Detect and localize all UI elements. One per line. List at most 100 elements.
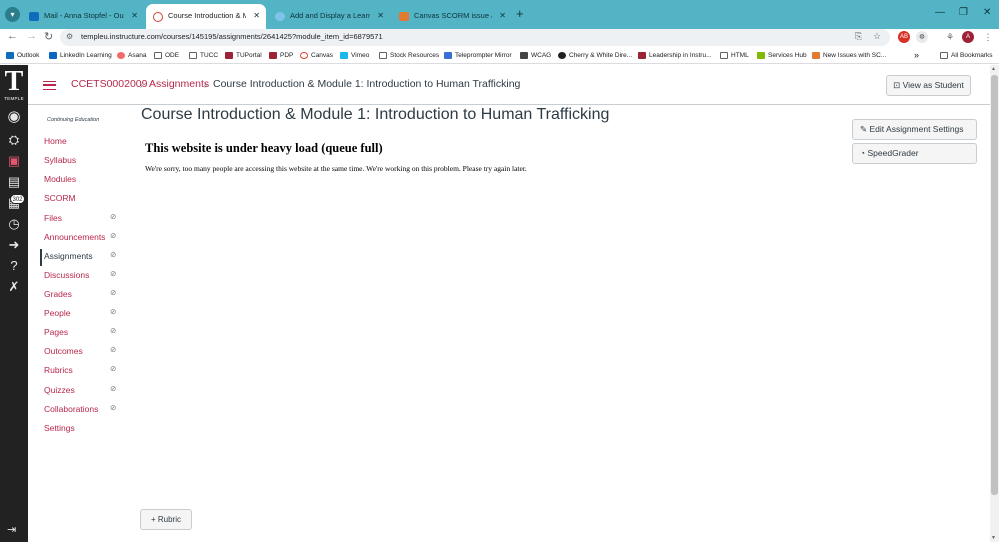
tab-course-introduction[interactable]: Course Introduction & Module ✕ [146,4,266,29]
course-nav-discussions[interactable]: Discussions [44,270,89,280]
bookmark-label: Canvas [311,52,334,59]
bookmark-label: All Bookmarks [951,52,993,59]
scroll-up-icon[interactable]: ▲ [991,66,996,72]
course-nav-files[interactable]: Files [44,213,62,223]
minimize-icon[interactable]: — [935,7,945,18]
vimeo-icon [340,52,348,59]
forward-arrow-icon[interactable]: → [26,30,37,42]
hidden-eye-icon: ⊘ [110,250,117,259]
course-nav-outcomes[interactable]: Outcomes [44,346,83,356]
collapse-nav-icon[interactable]: ⇥ [7,523,16,536]
course-subtitle: Continuing Education [47,117,100,123]
breadcrumb-course[interactable]: CCETS0002009 [71,78,147,90]
bookmark-label: HTML [731,52,749,59]
bookmark-outlook[interactable]: Outlook [6,49,39,62]
course-nav-pages[interactable]: Pages [44,327,68,337]
admin-icon[interactable]: ⛭ [5,132,23,148]
dashboard-icon[interactable]: ▣ [5,153,23,169]
course-nav-home[interactable]: Home [44,136,67,146]
course-nav-modules[interactable]: Modules [44,174,76,184]
hidden-eye-icon: ⊘ [110,269,117,278]
courses-icon[interactable]: ▤ [5,174,23,190]
view-as-student-button[interactable]: ⊡ View as Student [886,75,971,96]
scroll-down-icon[interactable]: ▼ [991,535,996,541]
history-icon[interactable]: ◷ [5,216,23,232]
commons-icon[interactable]: ➜ [5,237,23,253]
bookmark-label: New Issues with SC... [823,52,887,59]
canvas-favicon-icon [153,12,163,22]
bookmark-vimeo[interactable]: Vimeo [340,49,369,62]
close-tab-icon[interactable]: ✕ [131,5,138,27]
hamburger-menu-icon[interactable] [43,81,56,90]
new-tab-icon[interactable]: + [516,6,524,21]
account-icon[interactable]: ◉ [5,109,23,125]
error-heading: This website is under heavy load (queue … [145,141,383,155]
bookmark-cherry-white[interactable]: Cherry & White Dire... [558,49,632,62]
tab-label: Canvas SCORM issue after the [414,11,492,20]
browser-tab-bar: ▾ Mail - Anna Stopfel - Outlook ✕ Course… [0,0,999,29]
course-nav-people[interactable]: People [44,308,70,318]
bookmark-linkedin-learning[interactable]: LinkedIn Learning [49,49,112,62]
tab-search-icon[interactable]: ▾ [5,7,20,22]
tools-icon[interactable]: ✗ [5,279,23,295]
course-nav-scorm[interactable]: SCORM [44,193,76,203]
bookmark-asana[interactable]: Asana [117,49,146,62]
bookmark-services-hub[interactable]: Services Hub [757,49,807,62]
temple-icon [638,52,646,59]
course-nav-announcements[interactable]: Announcements [44,232,105,242]
speedgrader-button[interactable]: ◔ SpeedGrader [852,143,977,164]
close-tab-icon[interactable]: ✕ [377,5,384,27]
bookmark-teleprompter-mirror[interactable]: Teleprompter Mirror [444,49,512,62]
bookmark-pdp[interactable]: PDP [269,49,293,62]
extensions-puzzle-icon[interactable]: ⚘ [944,31,956,43]
bookmarks-bar: Outlook LinkedIn Learning Asana ODE TUCC… [0,47,999,64]
url-text[interactable]: templeu.instructure.com/courses/145195/a… [81,32,383,41]
bookmark-canvas[interactable]: Canvas [300,49,333,62]
add-rubric-button[interactable]: + Rubric [140,509,192,530]
course-nav-rubrics[interactable]: Rubrics [44,365,73,375]
tab-canvas-scorm-issue[interactable]: Canvas SCORM issue after the ✕ [392,5,512,27]
install-app-icon[interactable]: ⎘ [855,31,862,42]
profile-avatar[interactable]: A [962,31,974,43]
breadcrumb-assignments[interactable]: Assignments [149,78,209,90]
temple-logo[interactable]: T TEMPLE [2,68,26,102]
course-nav-assignments[interactable]: Assignments [44,251,93,261]
adblock-extension-icon[interactable]: AB [898,31,910,43]
bookmark-wcag[interactable]: WCAG [520,49,551,62]
site-info-icon[interactable]: ⚙ [66,32,73,41]
course-nav-settings[interactable]: Settings [44,423,75,433]
bookmark-label: Teleprompter Mirror [455,52,512,59]
all-bookmarks-folder[interactable]: All Bookmarks [940,49,993,62]
bookmark-leadership[interactable]: Leadership in Instru... [638,49,712,62]
bookmark-folder-tucc[interactable]: TUCC [189,49,218,62]
hidden-eye-icon: ⊘ [110,212,117,221]
close-tab-icon[interactable]: ✕ [499,5,506,27]
scroll-thumb[interactable] [991,75,998,495]
omnibox[interactable]: ⚙ templeu.instructure.com/courses/145195… [60,29,890,46]
course-nav-collaborations[interactable]: Collaborations [44,404,98,414]
page-scrollbar[interactable]: ▲ ▼ [990,65,999,542]
course-nav-quizzes[interactable]: Quizzes [44,385,75,395]
bookmark-folder-stock-resources[interactable]: Stock Resources [379,49,439,62]
restore-icon[interactable]: ❐ [959,7,968,18]
back-arrow-icon[interactable]: ← [7,30,18,42]
tab-outlook[interactable]: Mail - Anna Stopfel - Outlook ✕ [22,5,144,27]
edit-assignment-settings-button[interactable]: ✎ Edit Assignment Settings [852,119,977,140]
reload-icon[interactable]: ↻ [44,30,53,43]
tab-add-display-learner[interactable]: Add and Display a Learner's Na ✕ [268,5,390,27]
bookmark-new-issues[interactable]: New Issues with SC... [812,49,886,62]
bookmark-tuportal[interactable]: TUPortal [225,49,262,62]
more-bookmarks-button[interactable]: » [914,49,919,62]
help-icon[interactable]: ? [5,258,23,274]
canvas-icon [300,52,308,59]
course-nav-syllabus[interactable]: Syllabus [44,155,76,165]
bookmark-star-icon[interactable]: ☆ [873,31,881,42]
browser-menu-icon[interactable]: ⋮ [982,31,994,43]
pencil-icon: ✎ [860,124,868,134]
window-close-icon[interactable]: ✕ [983,7,991,18]
bookmark-folder-html[interactable]: HTML [720,49,749,62]
close-tab-icon[interactable]: ✕ [253,4,260,28]
extension-icon[interactable]: ◍ [916,31,928,43]
bookmark-folder-ode[interactable]: ODE [154,49,179,62]
course-nav-grades[interactable]: Grades [44,289,72,299]
